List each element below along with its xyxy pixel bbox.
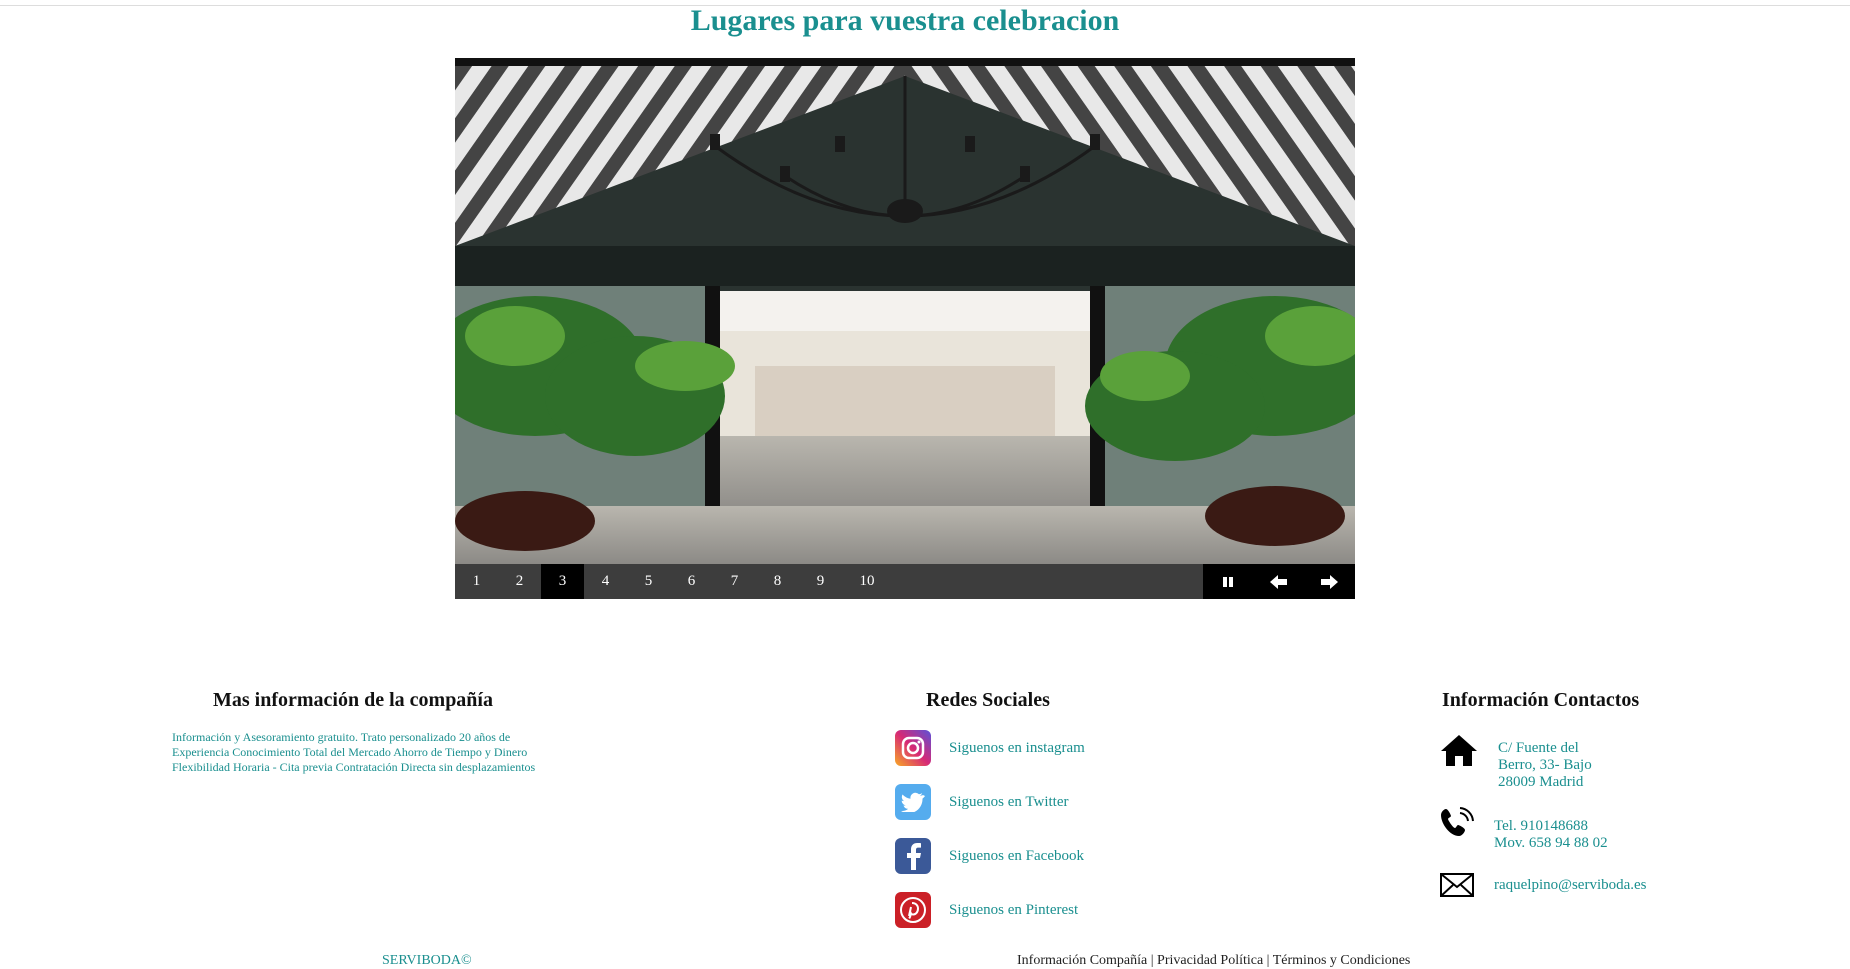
next-slide-button[interactable] [1304, 564, 1355, 599]
pager-item-9[interactable]: 9 [799, 564, 842, 599]
pause-icon [1223, 576, 1234, 587]
venue-photo [455, 66, 1355, 564]
page-title: Lugares para vuestra celebracion [690, 4, 1120, 37]
email-link[interactable]: raquelpino@serviboda.es [1494, 877, 1647, 894]
legal-links[interactable]: Información Compañía | Privacidad Políti… [1017, 953, 1410, 969]
pager-item-3[interactable]: 3 [541, 564, 584, 599]
social-pinterest-link[interactable]: Siguenos en Pinterest [895, 891, 1078, 929]
pager-item-4[interactable]: 4 [584, 564, 627, 599]
mail-icon [1440, 873, 1474, 897]
contacts-heading: Información Contactos [1442, 689, 1640, 711]
twitter-icon [895, 784, 931, 820]
arrow-left-icon [1270, 574, 1287, 589]
phone-line-tel[interactable]: Tel. 910148688 [1494, 818, 1608, 835]
pinterest-label: Siguenos en Pinterest [949, 901, 1079, 918]
pager-item-1[interactable]: 1 [455, 564, 498, 599]
pinterest-icon [895, 892, 931, 928]
pager-item-6[interactable]: 6 [670, 564, 713, 599]
home-icon [1441, 735, 1477, 766]
phone-icon [1441, 807, 1474, 836]
address-line-1: C/ Fuente del [1498, 740, 1579, 756]
address-line-3: 28009 Madrid [1498, 774, 1584, 790]
address-line-2: Berro, 33- Bajo [1498, 757, 1592, 773]
slide-pager: 1 2 3 4 5 6 7 8 9 10 [455, 564, 892, 599]
instagram-icon [895, 730, 931, 766]
slider-controls [1203, 564, 1355, 599]
slide-image[interactable] [455, 66, 1355, 564]
pager-item-7[interactable]: 7 [713, 564, 756, 599]
twitter-label: Siguenos en Twitter [949, 793, 1069, 810]
phone-line-mobile[interactable]: Mov. 658 94 88 02 [1494, 835, 1608, 852]
company-heading: Mas información de la compañía [213, 689, 493, 711]
social-heading: Redes Sociales [926, 689, 1050, 711]
arrow-right-icon [1320, 574, 1338, 589]
prev-slide-button[interactable] [1254, 564, 1305, 599]
contact-email: raquelpino@serviboda.es [1440, 873, 1647, 897]
social-facebook-link[interactable]: Siguenos en Facebook [895, 837, 1084, 875]
slider-control-bar: 1 2 3 4 5 6 7 8 9 10 [455, 564, 1355, 599]
facebook-label: Siguenos en Facebook [949, 847, 1084, 864]
pager-item-5[interactable]: 5 [627, 564, 670, 599]
pager-item-10[interactable]: 10 [842, 564, 892, 599]
instagram-label: Siguenos en instagram [949, 739, 1085, 756]
pause-button[interactable] [1203, 564, 1254, 599]
pager-item-2[interactable]: 2 [498, 564, 541, 599]
company-description: Información y Asesoramiento gratuito. Tr… [172, 730, 536, 774]
pager-item-8[interactable]: 8 [756, 564, 799, 599]
image-slider: 1 2 3 4 5 6 7 8 9 10 [455, 58, 1355, 599]
brand-copyright[interactable]: SERVIBODA© [382, 953, 472, 969]
social-instagram-link[interactable]: Siguenos en instagram [895, 729, 1085, 767]
contact-address: C/ Fuente del Berro, 33- Bajo 28009 Madr… [1440, 733, 1592, 791]
facebook-icon [895, 838, 931, 874]
social-twitter-link[interactable]: Siguenos en Twitter [895, 783, 1069, 821]
contact-phone: Tel. 910148688 Mov. 658 94 88 02 [1440, 807, 1608, 852]
